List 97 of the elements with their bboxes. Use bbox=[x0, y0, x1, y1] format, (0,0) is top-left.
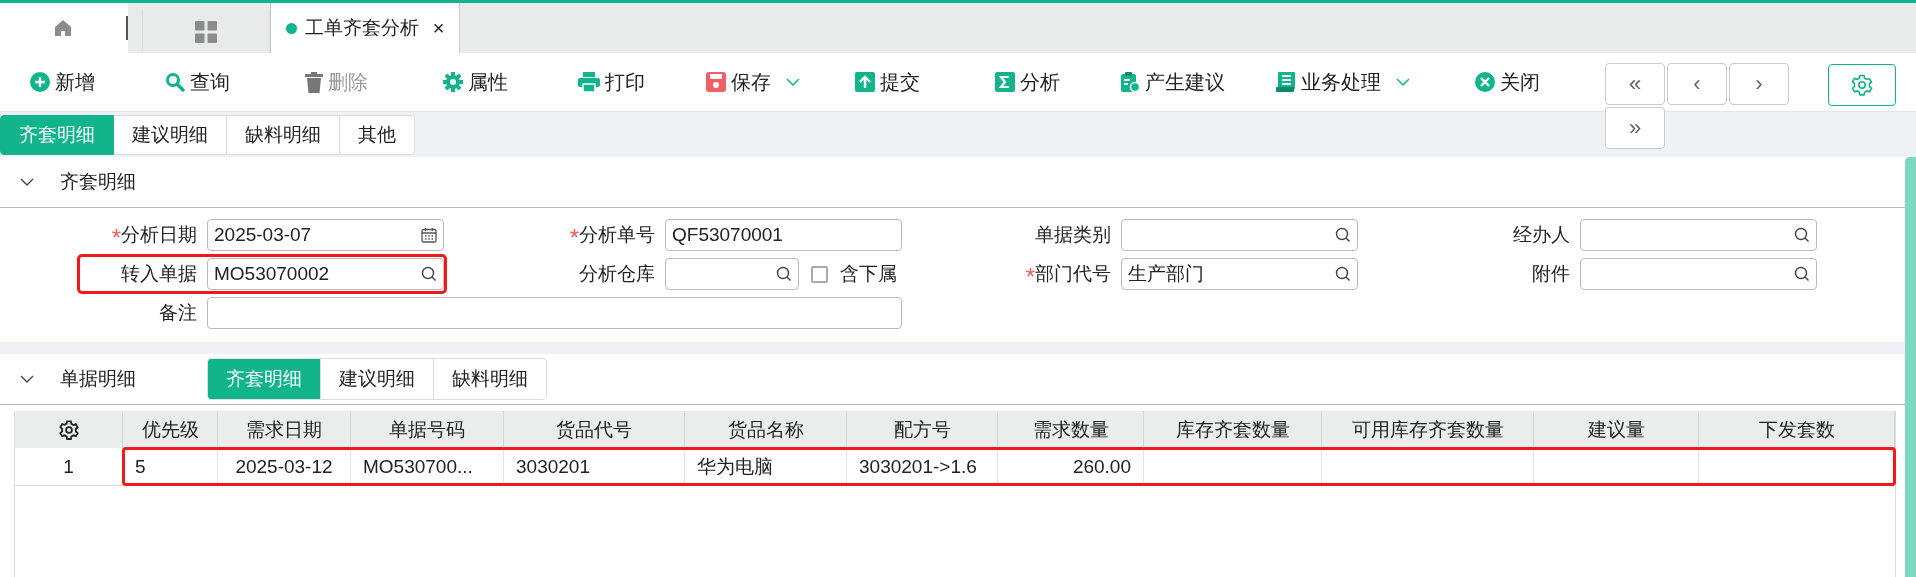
toolbar-button[interactable]: 关闭 bbox=[1475, 68, 1605, 96]
toolbar-button[interactable]: 保存 bbox=[706, 68, 855, 96]
column-header[interactable]: 库存齐套数量 bbox=[1144, 411, 1322, 448]
field-label: 部门代号 bbox=[1035, 262, 1111, 286]
checkbox-label: 含下属 bbox=[840, 262, 897, 286]
settings-button[interactable] bbox=[1828, 64, 1896, 106]
toolbar-button[interactable]: 新增 bbox=[30, 68, 165, 96]
home-tab[interactable] bbox=[0, 3, 126, 53]
clipboard-gear-icon bbox=[1120, 71, 1140, 93]
calendar-icon[interactable] bbox=[421, 227, 437, 243]
pager-button[interactable]: » bbox=[1605, 107, 1665, 149]
column-header[interactable]: 下发套数 bbox=[1699, 411, 1895, 448]
tab-title: 工单齐套分析 bbox=[304, 16, 419, 40]
table-cell: 3030201 bbox=[504, 448, 685, 485]
caret-icon bbox=[786, 78, 800, 86]
column-header[interactable]: 建议量 bbox=[1534, 411, 1699, 448]
input-field[interactable]: MO53070002 bbox=[207, 258, 444, 290]
field-label: 分析日期 bbox=[121, 223, 197, 247]
input-field[interactable]: QF53070001 bbox=[665, 219, 902, 251]
upload-icon bbox=[855, 72, 875, 92]
field-label: 转入单据 bbox=[121, 262, 197, 286]
table-cell: MO530700... bbox=[351, 448, 504, 485]
pager-button[interactable]: « bbox=[1605, 63, 1665, 105]
grid-icon bbox=[195, 21, 217, 43]
row-number: 1 bbox=[15, 448, 123, 485]
trash-icon bbox=[305, 71, 323, 93]
field-label: 备注 bbox=[159, 301, 197, 325]
table-cell: 华为电脑 bbox=[685, 448, 847, 485]
field-label: 附件 bbox=[1532, 262, 1570, 286]
column-header[interactable]: 单据号码 bbox=[351, 411, 504, 448]
input-field[interactable] bbox=[1580, 219, 1817, 251]
caret-icon bbox=[1396, 78, 1410, 86]
checkbox[interactable] bbox=[811, 265, 828, 283]
sigma-icon bbox=[995, 72, 1015, 92]
page-tab[interactable]: 缺料明细 bbox=[227, 115, 340, 155]
field-label: 经办人 bbox=[1513, 223, 1570, 247]
input-field[interactable]: 生产部门 bbox=[1121, 258, 1358, 290]
toolbar-button[interactable]: 打印 bbox=[578, 68, 706, 96]
search-icon bbox=[165, 72, 185, 92]
close-icon bbox=[1475, 72, 1495, 92]
save-icon bbox=[706, 72, 726, 92]
settings-icon bbox=[1851, 74, 1873, 96]
plus-icon bbox=[30, 72, 50, 92]
required-asterisk: * bbox=[569, 226, 579, 250]
field-label: 分析仓库 bbox=[579, 262, 655, 286]
column-header[interactable]: 需求数量 bbox=[998, 411, 1144, 448]
detail-tab[interactable]: 缺料明细 bbox=[434, 359, 546, 399]
apps-tab[interactable] bbox=[142, 9, 270, 55]
search-icon[interactable] bbox=[421, 266, 437, 282]
printer-icon bbox=[578, 72, 600, 92]
table-cell: 5 bbox=[123, 448, 218, 485]
settings-icon[interactable] bbox=[58, 419, 79, 440]
column-header[interactable]: 需求日期 bbox=[218, 411, 351, 448]
toolbar-button[interactable]: 业务处理 bbox=[1276, 68, 1475, 96]
search-icon[interactable] bbox=[1335, 266, 1351, 282]
field-label: 单据类别 bbox=[1035, 223, 1111, 247]
input-field[interactable] bbox=[665, 258, 799, 290]
search-icon[interactable] bbox=[776, 266, 792, 282]
field-label: 分析单号 bbox=[579, 223, 655, 247]
toolbar-button[interactable]: 提交 bbox=[855, 68, 995, 96]
column-header[interactable]: 配方号 bbox=[847, 411, 998, 448]
input-field[interactable] bbox=[1121, 219, 1358, 251]
required-asterisk: * bbox=[1025, 265, 1035, 289]
collapse-chevron-icon[interactable] bbox=[20, 375, 34, 383]
input-field[interactable] bbox=[1580, 258, 1817, 290]
column-header[interactable]: 货品名称 bbox=[685, 411, 847, 448]
toolbar-button[interactable]: 产生建议 bbox=[1120, 68, 1276, 96]
table-cell: 260.00 bbox=[998, 448, 1144, 485]
column-header[interactable]: 可用库存齐套数量 bbox=[1322, 411, 1534, 448]
table-cell: 2025-03-12 bbox=[218, 448, 351, 485]
pager-button[interactable]: › bbox=[1729, 63, 1789, 105]
toolbar-button[interactable]: 查询 bbox=[165, 68, 305, 96]
gear-icon bbox=[443, 72, 463, 92]
toolbar-button[interactable]: 分析 bbox=[995, 68, 1120, 96]
input-field[interactable]: 2025-03-07 bbox=[207, 219, 444, 251]
detail-tab[interactable]: 建议明细 bbox=[321, 359, 434, 399]
column-header[interactable]: 货品代号 bbox=[504, 411, 685, 448]
status-dot-icon bbox=[285, 22, 297, 34]
search-icon[interactable] bbox=[1794, 227, 1810, 243]
toolbar-button[interactable]: 属性 bbox=[443, 68, 578, 96]
pager-button[interactable]: ‹ bbox=[1667, 63, 1727, 105]
search-icon[interactable] bbox=[1335, 227, 1351, 243]
input-field[interactable] bbox=[207, 297, 902, 329]
table-cell: 3030201->1.6 bbox=[847, 448, 998, 485]
page-tab[interactable]: 其他 bbox=[340, 115, 415, 155]
section-title: 单据明细 bbox=[60, 367, 137, 391]
search-icon[interactable] bbox=[1794, 266, 1810, 282]
page-tab[interactable]: 建议明细 bbox=[114, 115, 227, 155]
column-header[interactable]: 优先级 bbox=[123, 411, 218, 448]
section-title: 齐套明细 bbox=[60, 170, 136, 194]
document-list-icon bbox=[1276, 72, 1296, 92]
document-tab[interactable]: 工单齐套分析 × bbox=[270, 3, 460, 53]
close-tab-button[interactable]: × bbox=[432, 16, 445, 40]
home-icon bbox=[53, 18, 73, 38]
collapse-chevron-icon[interactable] bbox=[20, 178, 34, 186]
required-asterisk: * bbox=[111, 226, 121, 250]
scrollbar[interactable] bbox=[1905, 157, 1916, 577]
